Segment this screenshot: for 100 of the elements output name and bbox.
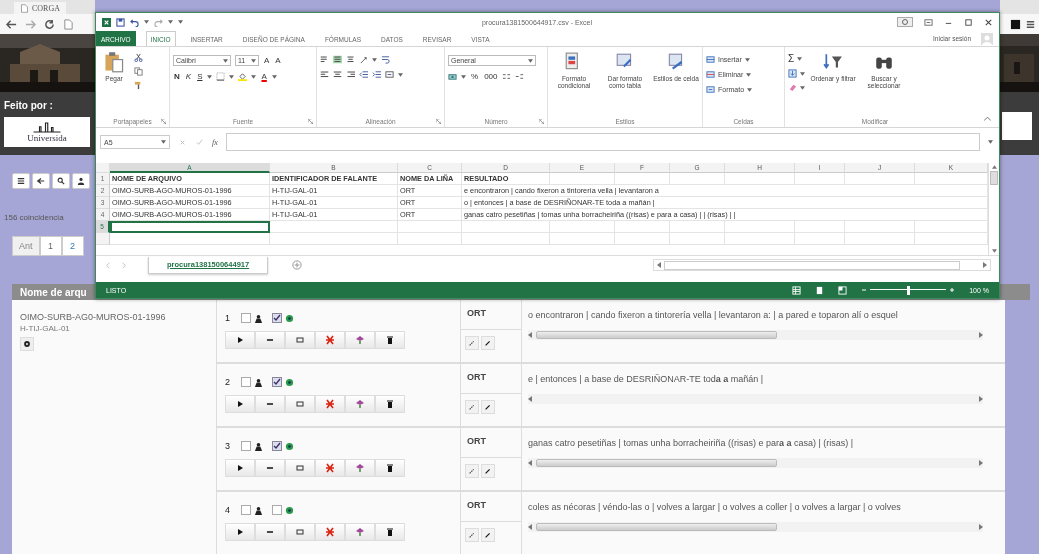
search-button[interactable]: [52, 173, 70, 189]
browser-tab[interactable]: CORGA: [14, 2, 66, 14]
undo-icon[interactable]: [130, 17, 139, 27]
edit-button[interactable]: [465, 336, 479, 350]
bold-button[interactable]: N: [173, 72, 181, 81]
table-cell[interactable]: [110, 221, 270, 233]
shrink-font-button[interactable]: A: [274, 56, 282, 65]
autosum-button[interactable]: Σ: [788, 53, 795, 64]
pin-button[interactable]: [345, 395, 375, 413]
forward-icon[interactable]: [25, 18, 36, 30]
launcher-icon[interactable]: [161, 118, 166, 124]
normal-view-icon[interactable]: [792, 285, 802, 295]
wrap-text-icon[interactable]: [381, 55, 390, 64]
maximize-icon[interactable]: [964, 17, 973, 27]
percent-button[interactable]: %: [470, 72, 480, 81]
pin-button[interactable]: [345, 523, 375, 541]
scrollbar-thumb[interactable]: [664, 260, 960, 270]
checkbox[interactable]: [241, 313, 251, 323]
scroll-left-icon[interactable]: [657, 262, 661, 268]
back-icon[interactable]: [6, 18, 17, 30]
scroll-left-icon[interactable]: [528, 396, 532, 402]
brush-icon[interactable]: [134, 81, 143, 90]
pin-button[interactable]: [345, 331, 375, 349]
align-icon[interactable]: [333, 55, 342, 64]
scrollbar-thumb[interactable]: [536, 459, 778, 467]
scrollbar-thumb[interactable]: [536, 331, 778, 339]
cut-button[interactable]: [315, 395, 345, 413]
align-icon[interactable]: [333, 70, 342, 79]
fill-color-icon[interactable]: [238, 72, 248, 81]
scrollbar[interactable]: [528, 522, 983, 532]
edit-button[interactable]: [481, 464, 495, 478]
scrollbar-thumb[interactable]: [990, 171, 998, 185]
play-button[interactable]: [225, 523, 255, 541]
merge-icon[interactable]: [385, 70, 394, 79]
range-button[interactable]: [255, 523, 285, 541]
scrollbar[interactable]: [653, 259, 991, 271]
grow-font-button[interactable]: A: [263, 56, 271, 65]
checkbox[interactable]: [272, 377, 282, 387]
scrollbar[interactable]: [528, 458, 983, 468]
close-icon[interactable]: [984, 17, 993, 27]
insert-function-button[interactable]: fx: [212, 137, 218, 147]
redo-icon[interactable]: [154, 17, 163, 27]
play-button[interactable]: [225, 395, 255, 413]
delete-button[interactable]: [375, 523, 405, 541]
currency-icon[interactable]: [448, 72, 457, 81]
delete-button[interactable]: [375, 395, 405, 413]
page-button[interactable]: 1: [39, 236, 62, 256]
list-button[interactable]: [12, 173, 30, 189]
scroll-right-icon[interactable]: [979, 460, 983, 466]
edit-button[interactable]: [481, 400, 495, 414]
align-icon[interactable]: [320, 70, 329, 79]
slider-thumb[interactable]: [907, 285, 911, 295]
scroll-left-icon[interactable]: [528, 524, 532, 530]
launcher-icon[interactable]: [308, 118, 313, 124]
scrollbar[interactable]: [988, 163, 999, 255]
font-color-button[interactable]: A: [260, 72, 268, 81]
scroll-left-icon[interactable]: [528, 460, 532, 466]
scroll-left-icon[interactable]: [528, 332, 532, 338]
page-layout-icon[interactable]: [815, 285, 825, 295]
cut-button[interactable]: [315, 459, 345, 477]
scroll-right-icon[interactable]: [979, 332, 983, 338]
university-logo[interactable]: Universida: [4, 117, 90, 147]
underline-button[interactable]: S: [196, 72, 204, 81]
edit-button[interactable]: [481, 528, 495, 542]
scroll-right-icon[interactable]: [979, 524, 983, 530]
save-icon[interactable]: [116, 17, 125, 27]
thousands-button[interactable]: 000: [483, 72, 499, 81]
orientation-icon[interactable]: [359, 55, 368, 64]
play-button[interactable]: [225, 459, 255, 477]
menu-icon[interactable]: [1025, 18, 1036, 30]
decrease-decimal-icon[interactable]: [515, 72, 525, 81]
checkbox[interactable]: [272, 313, 282, 323]
add-sheet-icon[interactable]: [292, 260, 303, 270]
align-icon[interactable]: [346, 55, 355, 64]
page-break-icon[interactable]: [838, 285, 848, 295]
scrollbar[interactable]: [528, 394, 983, 404]
checkbox[interactable]: [272, 505, 282, 515]
fill-down-icon[interactable]: [788, 69, 797, 78]
increase-indent-icon[interactable]: [372, 70, 381, 79]
formula-field[interactable]: [225, 133, 980, 151]
range-button[interactable]: [255, 459, 285, 477]
scroll-right-icon[interactable]: [979, 396, 983, 402]
scroll-right-icon[interactable]: [983, 262, 987, 268]
zoom-out-icon[interactable]: [861, 287, 868, 293]
align-icon[interactable]: [320, 55, 329, 64]
cut-button[interactable]: [315, 523, 345, 541]
zoom-in-icon[interactable]: [949, 287, 956, 293]
scrollbar[interactable]: [528, 330, 983, 340]
edit-button[interactable]: [481, 336, 495, 350]
edit-button[interactable]: [465, 464, 479, 478]
pin-button[interactable]: [345, 459, 375, 477]
back-button[interactable]: [32, 173, 50, 189]
range-button[interactable]: [255, 331, 285, 349]
reload-icon[interactable]: [44, 18, 55, 30]
cut-button[interactable]: [315, 331, 345, 349]
zoom-slider[interactable]: [870, 288, 947, 292]
edit-button[interactable]: [465, 528, 479, 542]
range-button[interactable]: [255, 395, 285, 413]
help-icon[interactable]: [897, 17, 913, 27]
settings-button[interactable]: [20, 337, 34, 351]
